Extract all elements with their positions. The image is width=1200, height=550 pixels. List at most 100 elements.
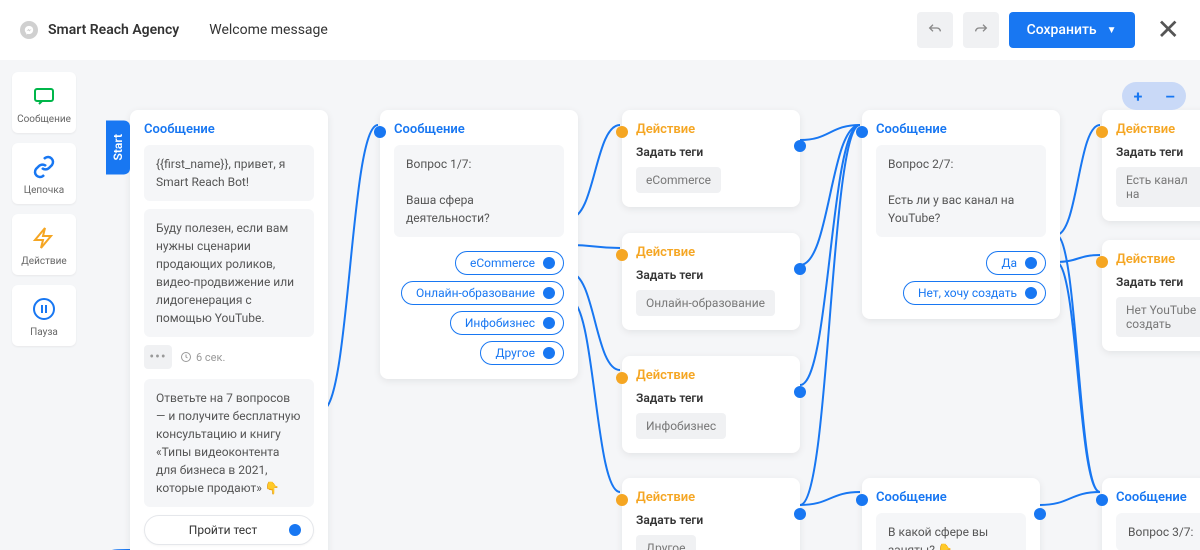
port-out[interactable] — [543, 257, 555, 269]
close-button[interactable]: ✕ — [1157, 16, 1180, 44]
messenger-icon — [20, 21, 38, 39]
node-start-message[interactable]: Start Сообщение {{first_name}}, привет, … — [130, 110, 328, 550]
action-label: Задать теги — [636, 391, 786, 405]
node-title: Действие — [622, 478, 800, 513]
action-label: Задать теги — [636, 513, 786, 527]
action-label: Задать теги — [1116, 275, 1200, 289]
sidebar-item-chain[interactable]: Цепочка — [12, 143, 76, 204]
port-out[interactable] — [1025, 257, 1037, 269]
tag-chip: Инфобизнес — [636, 413, 726, 439]
flow-name[interactable]: Welcome message — [209, 22, 328, 38]
save-button[interactable]: Сохранить ▼ — [1009, 12, 1135, 48]
action-label: Задать теги — [1116, 145, 1200, 159]
node-title: Действие — [622, 356, 800, 391]
port-out[interactable] — [543, 317, 555, 329]
node-sphere-question[interactable]: Сообщение В какой сфере вы заняты? 👇 — [862, 478, 1040, 550]
message-text: Вопрос 2/7: Есть ли у вас канал на YouTu… — [876, 145, 1046, 237]
node-title: Действие — [622, 110, 800, 145]
action-label: Задать теги — [636, 268, 786, 282]
port-in[interactable] — [616, 494, 628, 506]
node-question-1[interactable]: Сообщение Вопрос 1/7: Ваша сфера деятель… — [380, 110, 578, 379]
sidebar-label: Цепочка — [24, 185, 64, 196]
node-question-3[interactable]: Сообщение Вопрос 3/7: — [1102, 478, 1200, 550]
message-text: Буду полезен, если вам нужны сценарии пр… — [144, 209, 314, 337]
tag-chip: eCommerce — [636, 167, 721, 193]
node-action-has-channel[interactable]: Действие Задать теги Есть канал на — [1102, 110, 1200, 221]
message-text: Ответьте на 7 вопросов — и получите бесп… — [144, 379, 314, 507]
node-title: Сообщение — [862, 478, 1040, 513]
start-tag: Start — [106, 120, 130, 174]
port-out[interactable] — [1034, 508, 1046, 520]
brand-name: Smart Reach Agency — [48, 22, 179, 38]
header: Smart Reach Agency Welcome message Сохра… — [0, 0, 1200, 60]
sidebar-item-pause[interactable]: Пауза — [12, 285, 76, 346]
node-title: Сообщение — [862, 110, 1060, 145]
message-icon — [32, 84, 56, 108]
port-in[interactable] — [1096, 256, 1108, 268]
tag-chip: Онлайн-образование — [636, 290, 775, 316]
port-out[interactable] — [543, 287, 555, 299]
port-in[interactable] — [856, 126, 868, 138]
node-title: Действие — [622, 233, 800, 268]
quick-reply[interactable]: Да — [986, 251, 1046, 275]
redo-button[interactable] — [963, 12, 999, 48]
bolt-icon — [32, 226, 56, 250]
message-text: {{first_name}}, привет, я Smart Reach Bo… — [144, 145, 314, 201]
quick-reply[interactable]: Нет, хочу создать — [903, 281, 1046, 305]
sidebar-label: Пауза — [30, 327, 58, 338]
zoom-out-button[interactable]: – — [1154, 82, 1186, 110]
port-in[interactable] — [1096, 494, 1108, 506]
reply-button[interactable]: Пройти тест — [144, 515, 314, 545]
caret-down-icon: ▼ — [1107, 25, 1117, 36]
quick-reply[interactable]: eCommerce — [455, 251, 564, 275]
more-icon[interactable]: ••• — [144, 345, 172, 369]
port-out[interactable] — [794, 140, 806, 152]
node-question-2[interactable]: Сообщение Вопрос 2/7: Есть ли у вас кана… — [862, 110, 1060, 319]
action-label: Задать теги — [636, 145, 786, 159]
sidebar-item-action[interactable]: Действие — [12, 214, 76, 275]
node-title: Сообщение — [380, 110, 578, 145]
node-title: Действие — [1102, 240, 1200, 275]
brand[interactable]: Smart Reach Agency — [20, 21, 179, 39]
message-text: Вопрос 3/7: — [1116, 513, 1200, 550]
pause-icon — [32, 297, 56, 321]
port-out[interactable] — [543, 347, 555, 359]
node-action-education[interactable]: Действие Задать теги Онлайн-образование — [622, 233, 800, 330]
zoom-in-button[interactable]: + — [1122, 82, 1154, 110]
canvas[interactable]: + – Start Сообщение {{first_name}}, пр — [0, 60, 1200, 550]
quick-reply[interactable]: Онлайн-образование — [401, 281, 564, 305]
undo-button[interactable] — [917, 12, 953, 48]
delay-row: ••• 6 сек. — [144, 345, 314, 369]
port-in[interactable] — [1096, 126, 1108, 138]
quick-reply[interactable]: Инфобизнес — [450, 311, 564, 335]
sidebar: Сообщение Цепочка Действие Пауза — [12, 72, 76, 346]
port-in[interactable] — [374, 126, 386, 138]
port-out[interactable] — [794, 386, 806, 398]
header-right: Сохранить ▼ ✕ — [917, 12, 1180, 48]
node-action-other[interactable]: Действие Задать теги Другое — [622, 478, 800, 550]
message-text: В какой сфере вы заняты? 👇 — [876, 513, 1026, 550]
sidebar-label: Сообщение — [17, 114, 71, 125]
node-action-no-channel[interactable]: Действие Задать теги Нет YouTube создать — [1102, 240, 1200, 351]
delay-label: 6 сек. — [180, 351, 225, 364]
sidebar-label: Действие — [21, 256, 66, 267]
message-text: Вопрос 1/7: Ваша сфера деятельности? — [394, 145, 564, 237]
node-title: Сообщение — [130, 110, 328, 145]
save-label: Сохранить — [1027, 22, 1097, 38]
zoom-controls: + – — [1122, 82, 1186, 110]
port-in[interactable] — [616, 372, 628, 384]
header-left: Smart Reach Agency Welcome message — [20, 21, 328, 39]
tag-chip: Есть канал на — [1116, 167, 1200, 207]
port-out[interactable] — [794, 263, 806, 275]
tag-chip: Другое — [636, 535, 696, 550]
port-out[interactable] — [794, 508, 806, 520]
quick-reply[interactable]: Другое — [480, 341, 564, 365]
port-in[interactable] — [616, 249, 628, 261]
node-action-infobiz[interactable]: Действие Задать теги Инфобизнес — [622, 356, 800, 453]
port-in[interactable] — [616, 126, 628, 138]
sidebar-item-message[interactable]: Сообщение — [12, 72, 76, 133]
port-out[interactable] — [289, 524, 301, 536]
node-action-ecommerce[interactable]: Действие Задать теги eCommerce — [622, 110, 800, 207]
port-in[interactable] — [856, 494, 868, 506]
port-out[interactable] — [1025, 287, 1037, 299]
